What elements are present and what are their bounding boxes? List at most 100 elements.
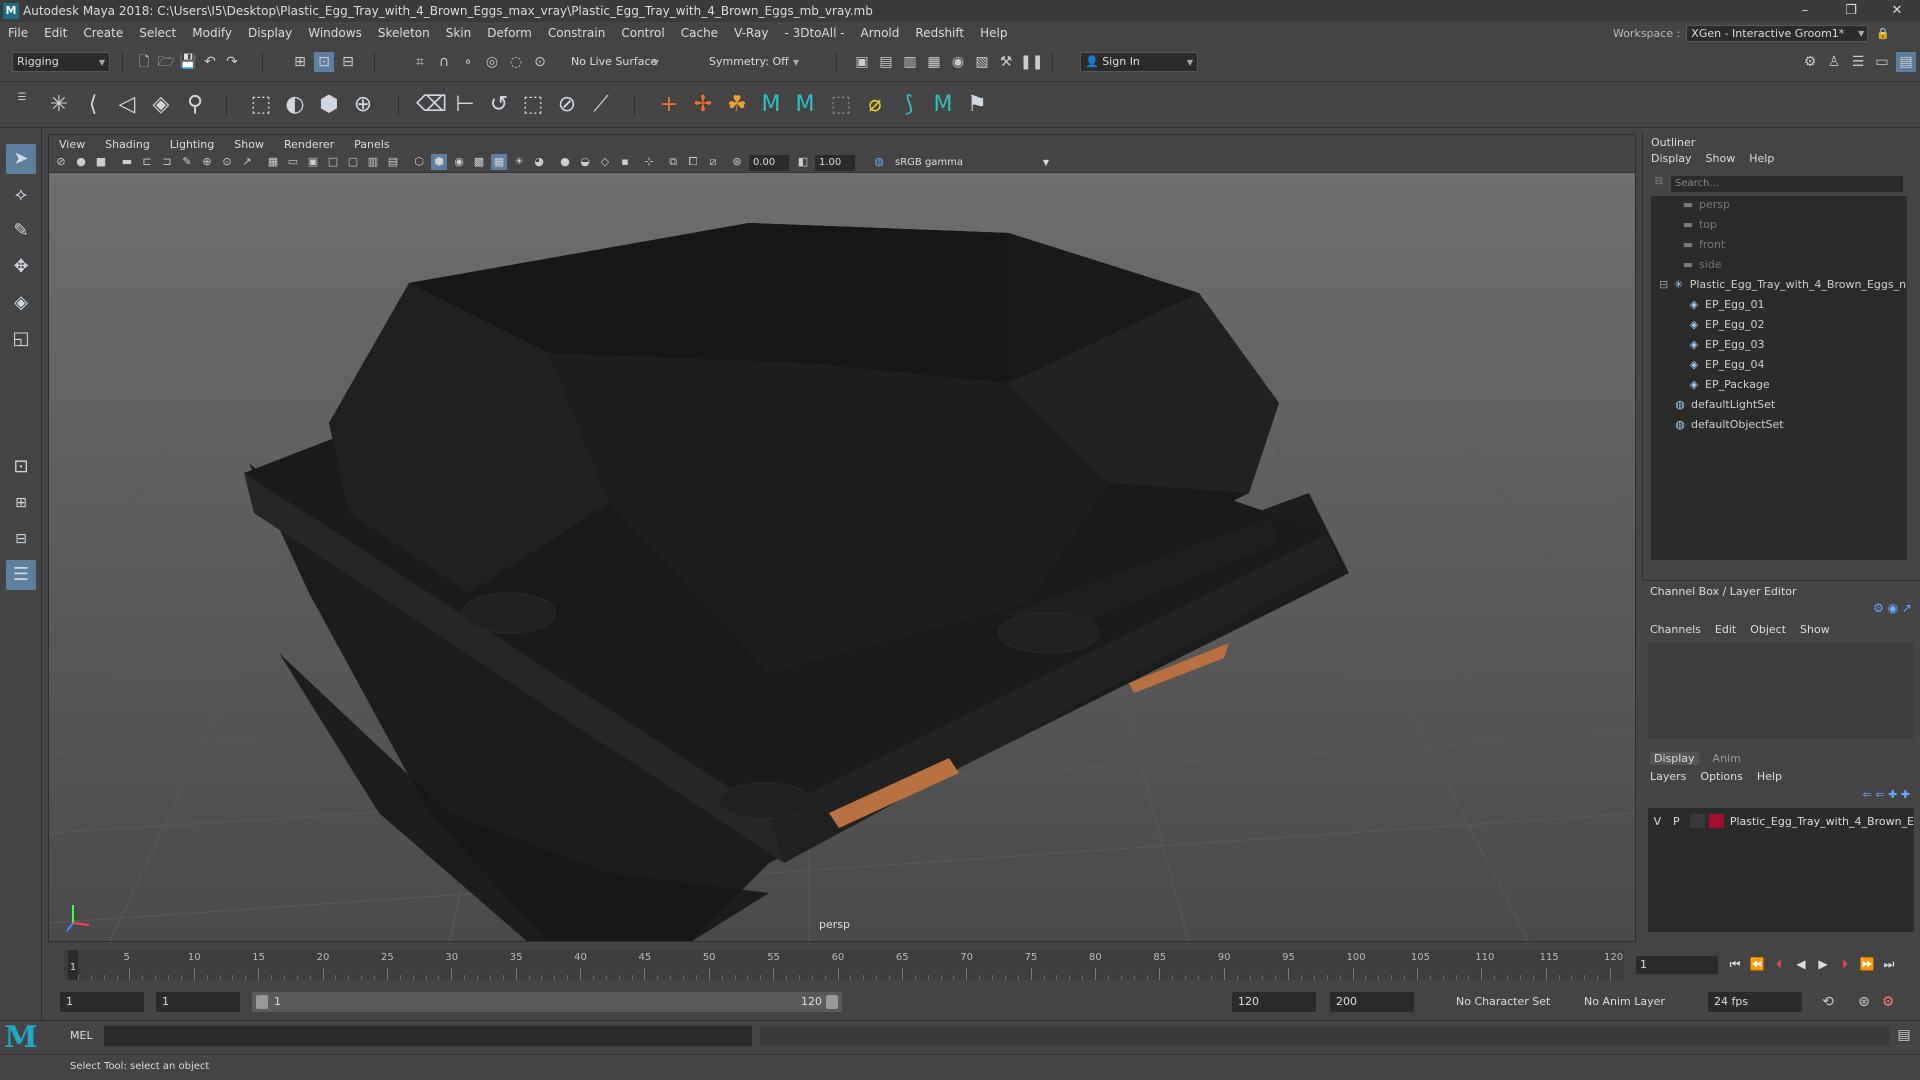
shape-editor-icon[interactable]: M [928, 90, 958, 120]
depth-of-field-icon[interactable]: ◇ [597, 154, 613, 170]
tab-anim[interactable]: Anim [1713, 752, 1741, 765]
create-joint-icon[interactable]: ✳ [44, 90, 74, 120]
frame-selected-icon[interactable]: ⊙ [219, 154, 235, 170]
color-management-icon[interactable]: ◍ [871, 154, 887, 170]
layer-menu-help[interactable]: Help [1757, 770, 1782, 783]
skeleton-icon[interactable]: ⚲ [180, 90, 210, 120]
character-controls-icon[interactable]: ♙ [1824, 52, 1844, 72]
outliner-menu-display[interactable]: Display [1651, 152, 1692, 165]
outliner-item[interactable]: ▬ side [1681, 256, 1722, 274]
bind-skin-icon[interactable]: ◈ [146, 90, 176, 120]
gamma-icon[interactable]: ◧ [795, 154, 811, 170]
menu-arnold[interactable]: Arnold [853, 22, 908, 44]
outliner-menu-help[interactable]: Help [1749, 152, 1774, 165]
parent-constraint-icon[interactable]: ⊘ [552, 90, 582, 120]
blend-shape-icon[interactable]: ⟆ [894, 90, 924, 120]
bookmark-icon[interactable]: ■ [93, 154, 109, 170]
snap-orient-icon[interactable]: ⊙ [530, 52, 550, 72]
menu-modify[interactable]: Modify [184, 22, 240, 44]
tool-settings-icon[interactable]: ▭ [1872, 52, 1892, 72]
joint-orient-icon[interactable]: ✢ [688, 90, 718, 120]
channel-menu-object[interactable]: Object [1750, 623, 1786, 636]
paint-weights-icon[interactable]: ⌀ [860, 90, 890, 120]
step-back-key-icon[interactable]: ⏪ [1748, 954, 1766, 974]
go-to-start-icon[interactable]: ⏮ [1726, 954, 1744, 974]
cluster-icon[interactable]: ⊕ [348, 90, 378, 120]
single-view-icon[interactable]: ⊡ [6, 452, 36, 482]
layer-color-swatch[interactable] [1708, 814, 1724, 828]
layer-playback-toggle[interactable]: P [1667, 815, 1686, 828]
quick-rig-icon[interactable]: M [756, 90, 786, 120]
go-to-end-icon[interactable]: ⏭ [1880, 954, 1898, 974]
snap-point-icon[interactable]: ∘ [458, 52, 478, 72]
channel-menu-show[interactable]: Show [1800, 623, 1830, 636]
camera-attr-icon[interactable]: ● [73, 154, 89, 170]
outliner-item[interactable]: ◈ EP_Package [1687, 376, 1770, 394]
scale-constraint-icon[interactable]: ⬚ [518, 90, 548, 120]
pose-editor-icon[interactable]: ⚑ [962, 90, 992, 120]
play-forwards-icon[interactable]: ▶ [1814, 954, 1832, 974]
select-component-icon[interactable]: ⊟ [338, 52, 358, 72]
paint-select-tool-icon[interactable]: ✎ [6, 216, 36, 246]
channel-box-icon[interactable]: ▤ [1896, 52, 1916, 72]
workspace-dropdown[interactable]: XGen - Interactive Groom1* [1686, 24, 1869, 42]
lock-icon[interactable]: 🔒 [1876, 27, 1890, 40]
menu-control[interactable]: Control [613, 22, 672, 44]
wireframe-on-shaded-icon[interactable]: ◉ [451, 154, 467, 170]
menu-cache[interactable]: Cache [673, 22, 726, 44]
open-scene-icon[interactable]: 🗁 [156, 52, 176, 72]
viewport-menu-show[interactable]: Show [224, 138, 274, 151]
aim-constraint-icon[interactable]: ⊢ [450, 90, 480, 120]
outliner-item[interactable]: ⊟ ✳ Plastic_Egg_Tray_with_4_Brown_Eggs_nc [1659, 276, 1907, 294]
current-time-indicator[interactable]: 1 [68, 950, 78, 980]
xray-icon[interactable]: ⊹ [641, 154, 657, 170]
isolate-select-icon[interactable]: ▪ [617, 154, 633, 170]
wrap-deformer-icon[interactable]: ◐ [280, 90, 310, 120]
viewport-menu-renderer[interactable]: Renderer [274, 138, 344, 151]
screen-space-ao-icon[interactable]: ◕ [531, 154, 547, 170]
symmetry-field[interactable]: Symmetry: Off [704, 52, 804, 72]
two-view-icon[interactable]: ⊟ [6, 524, 36, 554]
playback-end-field[interactable]: 120 [1232, 992, 1316, 1012]
exposure-icon[interactable]: ⊛ [729, 154, 745, 170]
shadows-icon[interactable]: ☀ [511, 154, 527, 170]
outliner-item[interactable]: ◈ EP_Egg_03 [1687, 336, 1765, 354]
viewport-menu-shading[interactable]: Shading [95, 138, 160, 151]
ik-spline-icon[interactable]: ◁ [112, 90, 142, 120]
select-hierarchy-icon[interactable]: ⊞ [290, 52, 310, 72]
render-settings-icon[interactable]: ▦ [924, 52, 944, 72]
safe-action-icon[interactable]: ▥ [365, 154, 381, 170]
modeling-toolkit-icon[interactable]: ⚙ [1800, 52, 1820, 72]
preferences-icon[interactable]: ⚙ [1878, 992, 1898, 1012]
pause-icon[interactable]: ❚❚ [1020, 52, 1043, 72]
mel-label[interactable]: MEL [70, 1029, 93, 1042]
lasso-tool-icon[interactable]: ⟡ [6, 180, 36, 210]
outliner-item[interactable]: ◈ EP_Egg_04 [1687, 356, 1765, 374]
layer-menu-layers[interactable]: Layers [1650, 770, 1686, 783]
scale-tool-icon[interactable]: ◱ [6, 324, 36, 354]
motion-blur-icon[interactable]: ● [557, 154, 573, 170]
fps-dropdown[interactable]: 24 fps [1708, 992, 1802, 1012]
snap-curve-icon[interactable]: ∩ [434, 52, 454, 72]
outliner-search-input[interactable]: Search... [1671, 176, 1903, 192]
layer-menu-options[interactable]: Options [1700, 770, 1742, 783]
outliner-item[interactable]: ▬ top [1681, 216, 1717, 234]
gamma-field[interactable]: 1.00 [815, 155, 855, 171]
outliner-item[interactable]: ◈ EP_Egg_01 [1687, 296, 1765, 314]
menu-create[interactable]: Create [75, 22, 131, 44]
point-constraint-icon[interactable]: ⌫ [416, 90, 447, 120]
channel-box-options-icon[interactable]: ⚙ ◉ ↗ [1873, 601, 1912, 615]
lattice-icon[interactable]: ⬚ [246, 90, 276, 120]
outliner-item[interactable]: ◍ defaultObjectSet [1673, 416, 1783, 434]
menu-skeleton[interactable]: Skeleton [370, 22, 438, 44]
restore-button[interactable]: ❐ [1828, 0, 1874, 22]
resolution-gate-icon[interactable]: ▣ [305, 154, 321, 170]
outliner-item[interactable]: ◈ EP_Egg_02 [1687, 316, 1765, 334]
auto-key-icon[interactable]: ⊛ [1854, 992, 1874, 1012]
menu-set-dropdown[interactable]: Rigging [12, 52, 110, 72]
outliner-item[interactable]: ▬ persp [1681, 196, 1730, 214]
xray-components-icon[interactable]: ⧠ [685, 154, 701, 170]
snap-view-icon[interactable]: ◎ [482, 52, 502, 72]
outliner-item[interactable]: ◍ defaultLightSet [1673, 396, 1775, 414]
pole-vector-icon[interactable]: ⟋ [586, 90, 616, 120]
